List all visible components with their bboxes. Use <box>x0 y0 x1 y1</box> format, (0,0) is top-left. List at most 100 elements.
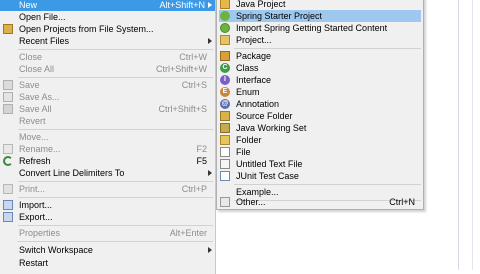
spring-starter-icon <box>220 11 230 21</box>
menu-item-annotation[interactable]: @ Annotation <box>217 98 423 110</box>
menu-item-switch-workspace[interactable]: Switch Workspace <box>0 244 215 256</box>
menu-item-label: Rename... <box>19 144 61 154</box>
menu-item-refresh[interactable]: Refresh F5 <box>0 155 215 167</box>
menu-item-label: Import Spring Getting Started Content <box>236 23 388 33</box>
java-project-icon <box>220 0 230 9</box>
menu-item-class[interactable]: C Class <box>217 62 423 74</box>
menu-item-accelerator: Ctrl+Shift+S <box>158 104 207 114</box>
menu-item-label: Refresh <box>19 156 51 166</box>
menu-item-label: Enum <box>236 87 260 97</box>
menu-separator <box>234 184 421 185</box>
menu-separator <box>234 48 421 49</box>
menu-item-accelerator: F2 <box>196 144 207 154</box>
menu-item-file[interactable]: File <box>217 146 423 158</box>
menu-item-accelerator: Alt+Enter <box>169 228 207 238</box>
menu-item-label: Spring Starter Project <box>236 11 323 21</box>
menu-separator <box>18 49 213 50</box>
menu-separator <box>18 77 213 78</box>
menu-item-accelerator: Ctrl+W <box>179 52 207 62</box>
menu-item-label: Close All <box>19 64 55 74</box>
menu-item-label: Open File... <box>19 12 66 22</box>
menu-item-source-folder[interactable]: Source Folder <box>217 110 423 122</box>
editor-ruler-secondary <box>472 0 473 270</box>
file-icon <box>220 147 230 157</box>
menu-item-save-as[interactable]: Save As... <box>0 91 215 103</box>
open-projects-icon <box>3 24 13 34</box>
menu-item-accelerator: Ctrl+Shift+W <box>155 64 207 74</box>
menu-item-package[interactable]: Package <box>217 50 423 62</box>
menu-item-close[interactable]: Close Ctrl+W <box>0 51 215 63</box>
menu-item-revert[interactable]: Revert <box>0 115 215 127</box>
menu-item-untitled-text-file[interactable]: Untitled Text File <box>217 158 423 170</box>
menu-item-import-spring-content[interactable]: Import Spring Getting Started Content <box>217 22 423 34</box>
menu-item-rename[interactable]: Rename... F2 <box>0 143 215 155</box>
submenu-arrow-icon <box>208 170 212 176</box>
menu-item-label: Annotation <box>236 99 280 109</box>
menu-item-save[interactable]: Save Ctrl+S <box>0 79 215 91</box>
menu-item-new[interactable]: New Alt+Shift+N <box>0 0 215 11</box>
menu-item-label: JUnit Test Case <box>236 171 299 181</box>
menu-separator <box>18 129 213 130</box>
menu-item-interface[interactable]: I Interface <box>217 74 423 86</box>
menu-item-label: Move... <box>19 132 49 142</box>
menu-item-save-all[interactable]: Save All Ctrl+Shift+S <box>0 103 215 115</box>
menu-item-label: Close <box>19 52 43 62</box>
working-set-icon <box>220 123 230 133</box>
menu-item-enum[interactable]: E Enum <box>217 86 423 98</box>
submenu-arrow-icon <box>208 38 212 44</box>
menu-item-properties[interactable]: Properties Alt+Enter <box>0 227 215 239</box>
menu-item-junit-test-case[interactable]: JUnit Test Case <box>217 170 423 182</box>
menu-item-convert-line-delimiters[interactable]: Convert Line Delimiters To <box>0 167 215 179</box>
menu-item-open-file[interactable]: Open File... <box>0 11 215 23</box>
menu-item-close-all[interactable]: Close All Ctrl+Shift+W <box>0 63 215 75</box>
menu-item-label: Folder <box>236 135 262 145</box>
menu-item-recent-files[interactable]: Recent Files <box>0 35 215 47</box>
save-all-icon <box>3 104 13 114</box>
annotation-icon: @ <box>220 99 230 109</box>
submenu-arrow-icon <box>208 247 212 253</box>
menu-item-label: Untitled Text File <box>236 159 303 169</box>
menu-item-export[interactable]: Export... <box>0 211 215 223</box>
menu-item-label: Project... <box>236 35 272 45</box>
menu-item-label: Interface <box>236 75 272 85</box>
save-icon <box>3 80 13 90</box>
menu-separator <box>18 181 213 182</box>
menu-item-accelerator: Ctrl+S <box>181 80 207 90</box>
menu-item-folder[interactable]: Folder <box>217 134 423 146</box>
editor-ruler <box>458 0 459 270</box>
enum-icon: E <box>220 87 230 97</box>
menu-item-accelerator: Ctrl+P <box>181 184 207 194</box>
menu-item-label: Properties <box>19 228 61 238</box>
rename-icon <box>3 144 13 154</box>
menu-item-other[interactable]: Other... Ctrl+N <box>217 196 423 208</box>
menu-item-open-projects[interactable]: Open Projects from File System... <box>0 23 215 35</box>
menu-item-java-project[interactable]: Java Project <box>217 0 423 10</box>
untitled-text-file-icon <box>220 159 230 169</box>
menu-item-java-working-set[interactable]: Java Working Set <box>217 122 423 134</box>
menu-separator <box>18 225 213 226</box>
menu-item-label: Source Folder <box>236 111 293 121</box>
menu-item-label: Revert <box>19 116 46 126</box>
menu-item-label: Save <box>19 80 40 90</box>
menu-item-label: Open Projects from File System... <box>19 24 154 34</box>
menu-item-restart[interactable]: Restart <box>0 257 215 269</box>
refresh-icon <box>3 156 13 166</box>
project-icon <box>220 35 230 45</box>
menu-item-import[interactable]: Import... <box>0 199 215 211</box>
menu-item-move[interactable]: Move... <box>0 131 215 143</box>
menu-item-label: Export... <box>19 212 53 222</box>
menu-item-label: Import... <box>19 200 53 210</box>
menu-item-accelerator: F5 <box>196 156 207 166</box>
print-icon <box>3 184 13 194</box>
export-icon <box>3 212 13 222</box>
class-icon: C <box>220 63 230 73</box>
source-folder-icon <box>220 111 230 121</box>
menu-item-print[interactable]: Print... Ctrl+P <box>0 183 215 195</box>
import-icon <box>3 200 13 210</box>
folder-icon <box>220 135 230 145</box>
menu-item-spring-starter-project[interactable]: Spring Starter Project <box>219 10 421 22</box>
menu-separator <box>18 197 213 198</box>
menu-item-accelerator: Alt+Shift+N <box>159 0 205 10</box>
menu-item-label: Restart <box>19 258 49 268</box>
menu-item-project[interactable]: Project... <box>217 34 423 46</box>
